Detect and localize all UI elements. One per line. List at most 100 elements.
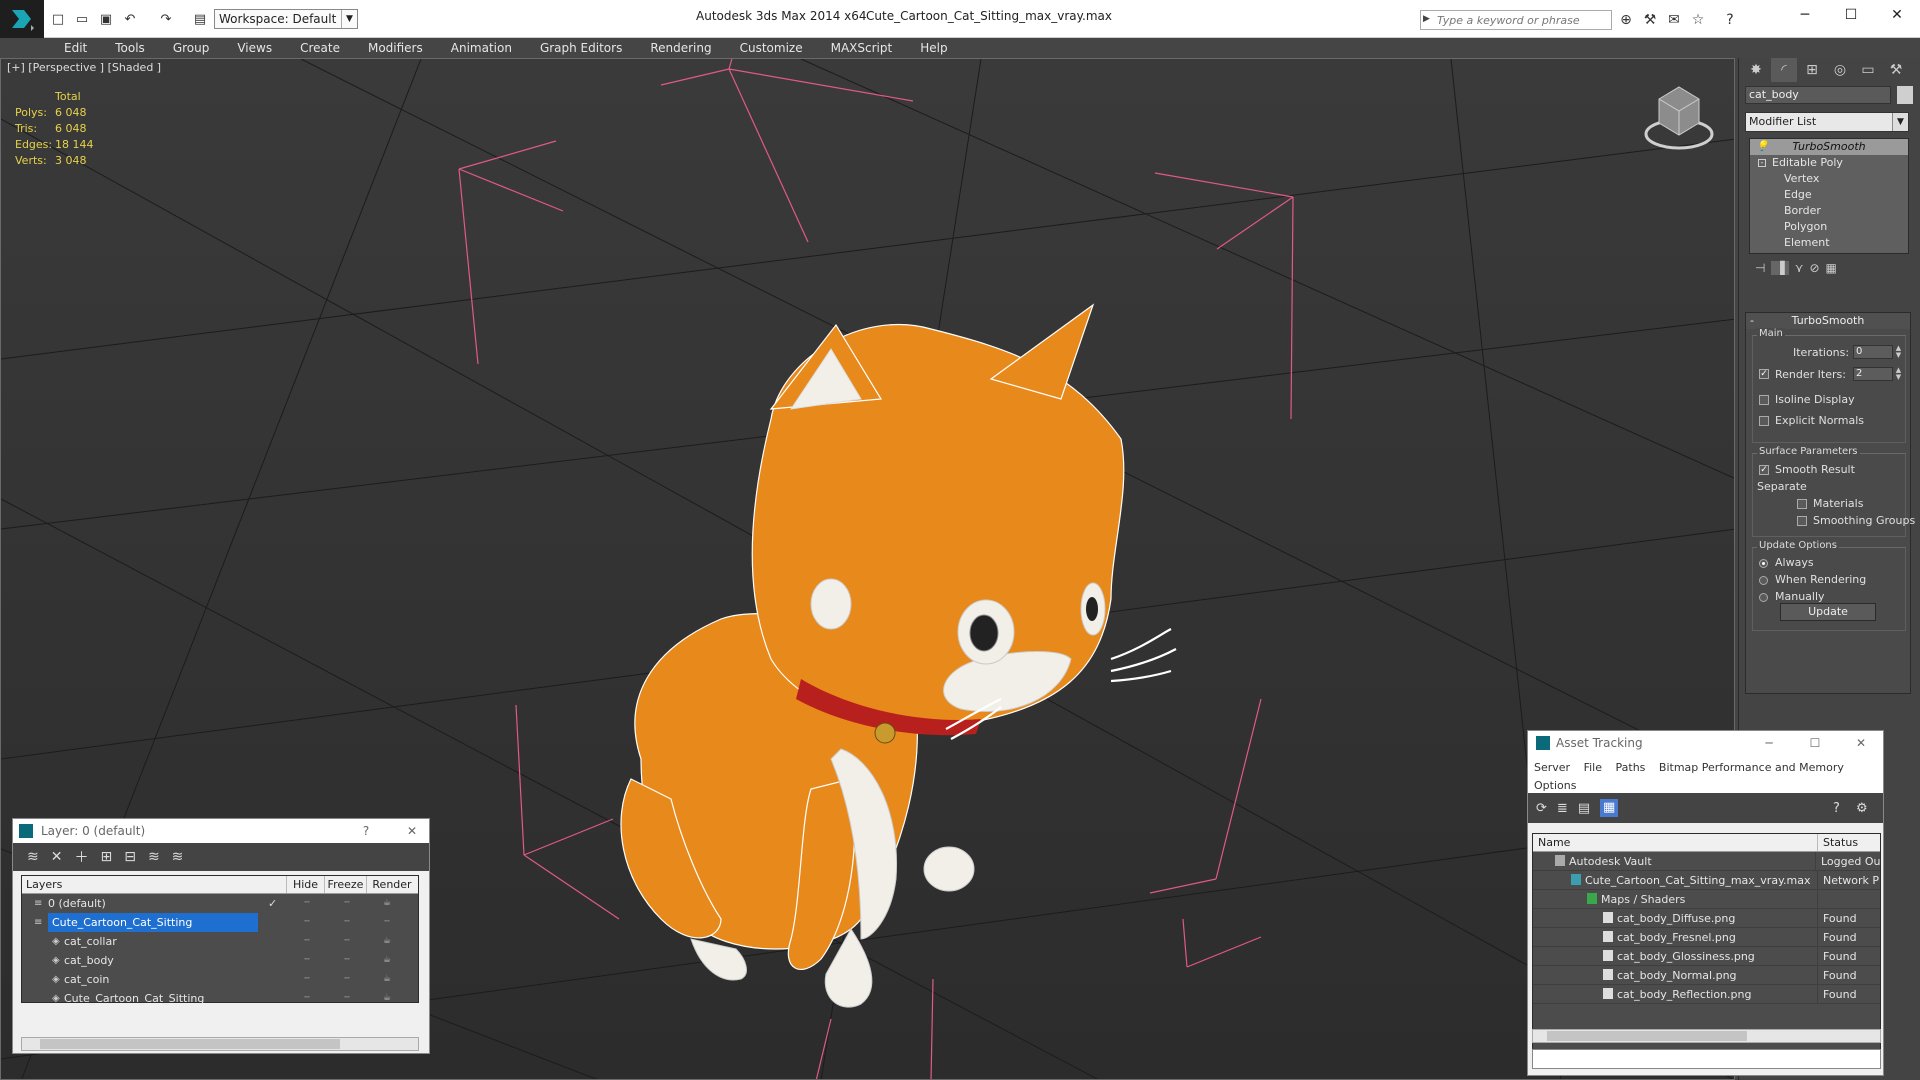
make-unique-icon[interactable]: ⋎ xyxy=(1795,261,1804,275)
active-layer-check-icon[interactable]: ✓ xyxy=(268,894,277,913)
hide-freeze-icon[interactable]: ≋ xyxy=(172,849,184,865)
hide-toggle[interactable]: ┄ xyxy=(287,894,327,913)
table-view-icon[interactable]: ▤ xyxy=(1578,801,1590,816)
stack-sub-border[interactable]: Border xyxy=(1750,203,1908,219)
help-icon[interactable]: ? xyxy=(1833,801,1840,816)
menu-views[interactable]: Views xyxy=(223,38,286,58)
layer-horizontal-scrollbar[interactable] xyxy=(21,1037,419,1051)
smoothing-groups-checkbox[interactable] xyxy=(1797,516,1807,526)
render-teapot-icon[interactable]: ☕ xyxy=(367,989,407,1008)
hierarchy-tab-icon[interactable]: ⊞ xyxy=(1799,58,1825,82)
delete-layer-icon[interactable]: ✕ xyxy=(51,849,63,865)
col-status[interactable]: Status xyxy=(1818,834,1878,851)
close-icon[interactable]: ✕ xyxy=(403,822,421,840)
viewcube-widget[interactable] xyxy=(1644,86,1714,150)
modify-tab-icon[interactable]: ◜ xyxy=(1771,58,1797,82)
binoculars-icon[interactable]: ⊕ xyxy=(1616,10,1636,30)
table-row[interactable]: cat_body_Normal.png Found xyxy=(1533,966,1880,985)
table-row[interactable]: cat_body_Diffuse.png Found xyxy=(1533,909,1880,928)
smooth-result-checkbox[interactable]: ✓ xyxy=(1759,465,1769,475)
table-row[interactable]: ◈ cat_collar ┄ ┄ ☕ xyxy=(22,932,418,951)
menu-customize[interactable]: Customize xyxy=(726,38,817,58)
menu-tools[interactable]: Tools xyxy=(101,38,159,58)
lightbulb-icon[interactable]: 💡 xyxy=(1756,139,1768,155)
search-input[interactable]: ▶ Type a keyword or phrase xyxy=(1420,10,1612,30)
cat-model[interactable] xyxy=(620,303,1177,1008)
spinner-arrows-icon[interactable]: ▲ ▼ xyxy=(1894,345,1903,359)
freeze-toggle[interactable]: ┄ xyxy=(327,989,367,1008)
workspace-dropdown[interactable]: Workspace: Default ▼ xyxy=(214,9,358,29)
render-iters-checkbox[interactable]: ✓ xyxy=(1759,369,1769,379)
menu-file[interactable]: File xyxy=(1584,761,1602,774)
stack-sub-vertex[interactable]: Vertex xyxy=(1750,171,1908,187)
menu-create[interactable]: Create xyxy=(286,38,354,58)
create-tab-icon[interactable]: ✸ xyxy=(1743,58,1769,82)
always-radio[interactable] xyxy=(1759,559,1768,568)
add-selection-icon[interactable]: ⊞ xyxy=(100,849,112,865)
minimize-window-icon[interactable]: ─ xyxy=(1782,4,1828,26)
render-teapot-icon[interactable]: ☕ xyxy=(367,894,407,913)
table-row[interactable]: cat_body_Glossiness.png Found xyxy=(1533,947,1880,966)
table-row[interactable]: Cute_Cartoon_Cat_Sitting_max_vray.max Ne… xyxy=(1533,871,1880,890)
render-teapot-icon[interactable]: ☕ xyxy=(367,951,407,970)
render-teapot-icon[interactable]: ☕ xyxy=(367,932,407,951)
col-name[interactable]: Name xyxy=(1533,834,1818,851)
maximize-icon[interactable]: ☐ xyxy=(1806,734,1824,752)
search-expand-icon[interactable]: ▶ xyxy=(1423,14,1430,24)
menu-help[interactable]: Help xyxy=(906,38,961,58)
freeze-toggle[interactable]: ┄ xyxy=(327,951,367,970)
undo-icon[interactable]: ↶ xyxy=(120,10,140,28)
iterations-spinner[interactable]: 0 xyxy=(1853,345,1893,359)
save-icon[interactable]: ▣ xyxy=(96,10,116,28)
rollout-header[interactable]: - TurboSmooth xyxy=(1746,313,1910,329)
pin-stack-icon[interactable]: ⊣ xyxy=(1755,261,1765,275)
table-row[interactable]: cat_body_Fresnel.png Found xyxy=(1533,928,1880,947)
close-icon[interactable]: ✕ xyxy=(1852,734,1870,752)
explicit-normals-checkbox[interactable] xyxy=(1759,416,1769,426)
table-row[interactable]: ◈ cat_coin ┄ ┄ ☕ xyxy=(22,970,418,989)
redo-icon[interactable]: ↷ xyxy=(156,10,176,28)
isoline-display-checkbox[interactable] xyxy=(1759,395,1769,405)
help-icon[interactable]: ? xyxy=(357,822,375,840)
menu-graph-editors[interactable]: Graph Editors xyxy=(526,38,636,58)
spinner-arrows-icon[interactable]: ▲ ▼ xyxy=(1894,367,1903,381)
table-row[interactable]: cat_body_Reflection.png Found xyxy=(1533,985,1880,1004)
materials-checkbox[interactable] xyxy=(1797,499,1807,509)
render-teapot-icon[interactable]: ☕ xyxy=(367,970,407,989)
menu-bitmap-performance[interactable]: Bitmap Performance and Memory xyxy=(1659,761,1844,774)
layer-window-titlebar[interactable]: Layer: 0 (default) ? ✕ xyxy=(13,819,429,843)
hide-toggle[interactable]: ┄ xyxy=(287,951,327,970)
new-file-icon[interactable]: □ xyxy=(48,10,68,28)
hide-toggle[interactable]: ┄ xyxy=(287,913,327,932)
motion-tab-icon[interactable]: ◎ xyxy=(1827,58,1853,82)
table-row[interactable]: Autodesk Vault Logged Ou xyxy=(1533,852,1880,871)
collapse-minus-icon[interactable]: - xyxy=(1758,159,1766,167)
close-window-icon[interactable]: ✕ xyxy=(1874,4,1920,26)
modifier-list-dropdown[interactable]: Modifier List ▼ xyxy=(1745,112,1909,132)
stack-item-editable-poly[interactable]: - Editable Poly xyxy=(1750,155,1908,171)
table-row[interactable]: ◈ cat_body ┄ ┄ ☕ xyxy=(22,951,418,970)
viewport-label[interactable]: [+] [Perspective ] [Shaded ] xyxy=(7,61,161,74)
menu-group[interactable]: Group xyxy=(159,38,224,58)
asset-path-field[interactable] xyxy=(1532,1049,1881,1069)
display-tab-icon[interactable]: ▭ xyxy=(1855,58,1881,82)
hide-toggle[interactable]: ┄ xyxy=(287,932,327,951)
open-file-icon[interactable]: ▭ xyxy=(72,10,92,28)
manually-radio[interactable] xyxy=(1759,593,1768,602)
settings-gear-icon[interactable]: ⚙ xyxy=(1856,801,1868,816)
menu-options[interactable]: Options xyxy=(1534,779,1576,792)
asset-horizontal-scrollbar[interactable] xyxy=(1532,1029,1881,1043)
col-hide[interactable]: Hide xyxy=(287,876,325,893)
menu-paths[interactable]: Paths xyxy=(1616,761,1646,774)
highlight-layer-icon[interactable]: ≋ xyxy=(148,849,160,865)
create-layer-icon[interactable]: ＋ xyxy=(74,847,88,867)
table-row[interactable]: ≡ 0 (default) ┄ ┄ ☕ ✓ xyxy=(22,894,418,913)
communication-icon[interactable]: ✉ xyxy=(1664,10,1684,30)
freeze-toggle[interactable]: ┄ xyxy=(327,970,367,989)
stack-sub-polygon[interactable]: Polygon xyxy=(1750,219,1908,235)
utilities-tab-icon[interactable]: ⚒ xyxy=(1883,58,1909,82)
layer-settings-icon[interactable]: ≋ xyxy=(27,849,39,865)
object-name-field[interactable]: cat_body xyxy=(1745,86,1891,104)
help-icon[interactable]: ? xyxy=(1720,10,1740,30)
refresh-icon[interactable]: ⟳ xyxy=(1536,801,1547,816)
